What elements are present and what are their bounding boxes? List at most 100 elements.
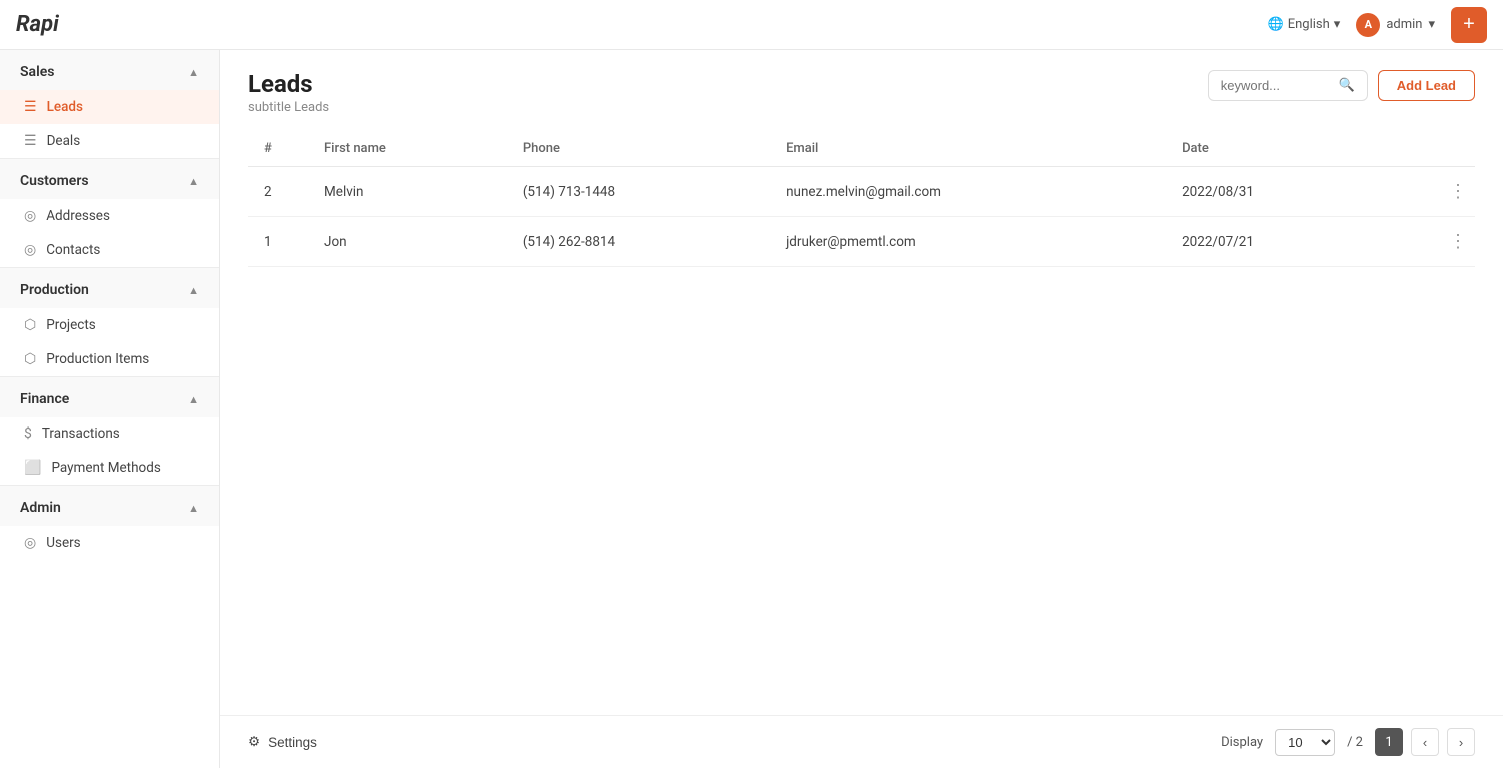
- admin-chevron-icon: ▾: [1428, 17, 1435, 32]
- admin-chevron-icon: ▲: [188, 502, 199, 515]
- cell-date: 2022/08/31: [1166, 167, 1386, 217]
- sidebar-section-production[interactable]: Production ▲: [0, 267, 219, 308]
- next-page-button[interactable]: ›: [1447, 728, 1475, 756]
- topbar-add-button[interactable]: +: [1451, 7, 1487, 43]
- page-header: Leads subtitle Leads 🔍 Add Lead: [220, 50, 1503, 131]
- cell-first-name: Melvin: [308, 167, 507, 217]
- lang-chevron-icon: ▾: [1334, 17, 1341, 32]
- cell-phone: (514) 713-1448: [507, 167, 770, 217]
- language-selector[interactable]: 🌐 English ▾: [1268, 17, 1341, 32]
- settings-label: Settings: [268, 735, 317, 750]
- col-email: Email: [770, 131, 1166, 167]
- sidebar-section-customers-label: Customers: [20, 173, 89, 189]
- col-id: #: [248, 131, 308, 167]
- topbar: Rapi 🌐 English ▾ A admin ▾ +: [0, 0, 1503, 50]
- sidebar-item-payment-methods[interactable]: ⬜ Payment Methods: [0, 451, 219, 485]
- sidebar-item-leads[interactable]: ☰ Leads: [0, 90, 219, 124]
- add-lead-button[interactable]: Add Lead: [1378, 70, 1475, 101]
- sidebar-item-contacts[interactable]: ◎ Contacts: [0, 233, 219, 267]
- col-actions-header: [1386, 131, 1475, 167]
- sidebar-section-finance[interactable]: Finance ▲: [0, 376, 219, 417]
- sales-chevron-icon: ▲: [188, 66, 199, 79]
- col-first-name: First name: [308, 131, 507, 167]
- addresses-icon: ◎: [24, 208, 36, 224]
- pagination-area: Display 10 25 50 100 / 2 1 ‹ ›: [1221, 728, 1475, 756]
- sidebar-item-payment-methods-label: Payment Methods: [51, 460, 160, 476]
- sidebar-section-admin[interactable]: Admin ▲: [0, 485, 219, 526]
- admin-label: admin: [1386, 17, 1422, 32]
- main-content: Leads subtitle Leads 🔍 Add Lead # First …: [220, 50, 1503, 768]
- col-date: Date: [1166, 131, 1386, 167]
- table-container: # First name Phone Email Date 2 Melvin (…: [220, 131, 1503, 715]
- leads-icon: ☰: [24, 99, 37, 115]
- cell-phone: (514) 262-8814: [507, 217, 770, 267]
- sidebar-item-contacts-label: Contacts: [46, 242, 100, 258]
- settings-icon: ⚙: [248, 734, 260, 750]
- cell-date: 2022/07/21: [1166, 217, 1386, 267]
- users-icon: ◎: [24, 535, 36, 551]
- app-body: Sales ▲ ☰ Leads ☰ Deals Customers ▲ ◎ Ad…: [0, 50, 1503, 768]
- page-actions: 🔍 Add Lead: [1208, 70, 1475, 101]
- sidebar-section-admin-label: Admin: [20, 500, 61, 516]
- page-title: Leads: [248, 70, 329, 98]
- sidebar-item-projects-label: Projects: [46, 317, 96, 333]
- sidebar: Sales ▲ ☰ Leads ☰ Deals Customers ▲ ◎ Ad…: [0, 50, 220, 768]
- finance-chevron-icon: ▲: [188, 393, 199, 406]
- col-phone: Phone: [507, 131, 770, 167]
- sidebar-item-projects[interactable]: ⬡ Projects: [0, 308, 219, 342]
- avatar: A: [1356, 13, 1380, 37]
- production-chevron-icon: ▲: [188, 284, 199, 297]
- globe-icon: 🌐: [1268, 17, 1284, 32]
- table-row[interactable]: 1 Jon (514) 262-8814 jdruker@pmemtl.com …: [248, 217, 1475, 267]
- display-label: Display: [1221, 735, 1263, 750]
- cell-id: 2: [248, 167, 308, 217]
- sidebar-item-users[interactable]: ◎ Users: [0, 526, 219, 560]
- sidebar-item-users-label: Users: [46, 535, 80, 551]
- page-footer: ⚙ Settings Display 10 25 50 100 / 2 1 ‹ …: [220, 715, 1503, 768]
- sidebar-section-production-label: Production: [20, 282, 89, 298]
- projects-icon: ⬡: [24, 317, 36, 333]
- sidebar-item-transactions-label: Transactions: [42, 426, 120, 442]
- contacts-icon: ◎: [24, 242, 36, 258]
- sidebar-item-production-items-label: Production Items: [46, 351, 149, 367]
- row-actions-button[interactable]: ⋮: [1386, 167, 1475, 217]
- sidebar-item-deals[interactable]: ☰ Deals: [0, 124, 219, 158]
- page-current: 1: [1375, 728, 1403, 756]
- table-header-row: # First name Phone Email Date: [248, 131, 1475, 167]
- sidebar-item-leads-label: Leads: [47, 99, 83, 115]
- sidebar-section-sales-label: Sales: [20, 64, 54, 80]
- sidebar-item-transactions[interactable]: $ Transactions: [0, 417, 219, 451]
- admin-selector[interactable]: A admin ▾: [1356, 13, 1435, 37]
- cell-email: nunez.melvin@gmail.com: [770, 167, 1166, 217]
- sidebar-item-deals-label: Deals: [47, 133, 81, 149]
- prev-page-button[interactable]: ‹: [1411, 728, 1439, 756]
- page-size-select[interactable]: 10 25 50 100: [1275, 729, 1335, 756]
- plus-icon: +: [1463, 13, 1475, 36]
- page-subtitle: subtitle Leads: [248, 100, 329, 115]
- sidebar-section-sales[interactable]: Sales ▲: [0, 50, 219, 90]
- topbar-right: 🌐 English ▾ A admin ▾ +: [1268, 7, 1487, 43]
- search-icon: 🔍: [1339, 78, 1355, 93]
- search-box[interactable]: 🔍: [1208, 70, 1368, 101]
- sidebar-item-production-items[interactable]: ⬡ Production Items: [0, 342, 219, 376]
- customers-chevron-icon: ▲: [188, 175, 199, 188]
- row-actions-button[interactable]: ⋮: [1386, 217, 1475, 267]
- cell-email: jdruker@pmemtl.com: [770, 217, 1166, 267]
- deals-icon: ☰: [24, 133, 37, 149]
- language-label: English: [1288, 17, 1330, 32]
- app-logo: Rapi: [16, 12, 59, 37]
- search-input[interactable]: [1221, 78, 1333, 93]
- chevron-left-icon: ‹: [1423, 735, 1427, 750]
- chevron-right-icon: ›: [1459, 735, 1463, 750]
- cell-first-name: Jon: [308, 217, 507, 267]
- sidebar-section-finance-label: Finance: [20, 391, 69, 407]
- table-row[interactable]: 2 Melvin (514) 713-1448 nunez.melvin@gma…: [248, 167, 1475, 217]
- page-total: / 2: [1347, 735, 1363, 750]
- cell-id: 1: [248, 217, 308, 267]
- sidebar-item-addresses-label: Addresses: [46, 208, 110, 224]
- sidebar-item-addresses[interactable]: ◎ Addresses: [0, 199, 219, 233]
- leads-table: # First name Phone Email Date 2 Melvin (…: [248, 131, 1475, 267]
- sidebar-section-customers[interactable]: Customers ▲: [0, 158, 219, 199]
- page-title-block: Leads subtitle Leads: [248, 70, 329, 115]
- settings-button[interactable]: ⚙ Settings: [248, 734, 317, 750]
